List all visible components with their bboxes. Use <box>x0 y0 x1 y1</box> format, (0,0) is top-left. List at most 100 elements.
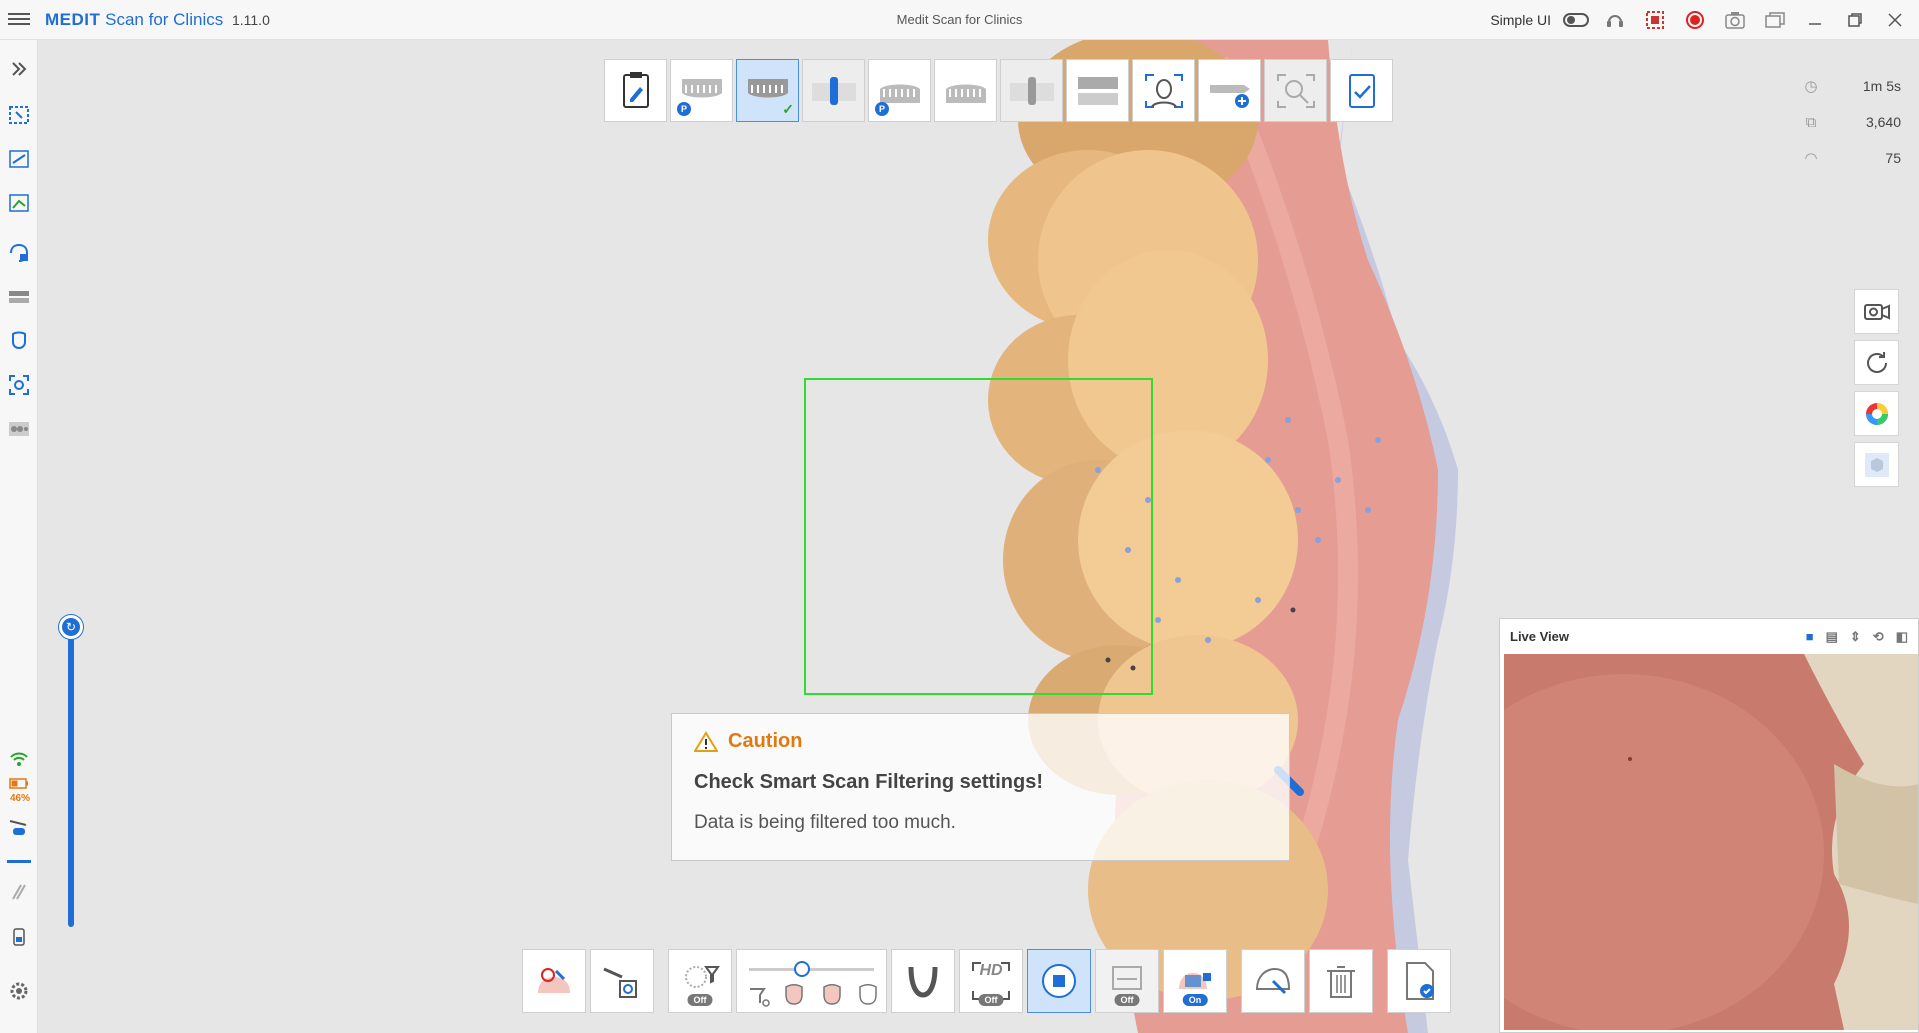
video-camera-icon <box>1863 303 1890 320</box>
stat-time: ◷ 1m 5s <box>1801 68 1901 104</box>
filter-slider-knob[interactable] <box>794 961 810 977</box>
occlusion-icon[interactable] <box>6 284 32 310</box>
ai-filter-button[interactable]: Off <box>1095 949 1159 1013</box>
title-bar: MEDIT Scan for Clinics 1.11.0 Medit Scan… <box>0 0 1919 40</box>
clock-icon: ◷ <box>1804 78 1818 95</box>
stage-mandible-scanbody-button[interactable] <box>1000 59 1063 122</box>
color-square-icon[interactable]: ■ <box>1806 629 1814 644</box>
trash-icon <box>1327 966 1355 998</box>
caution-heading: Caution <box>728 730 803 752</box>
layout-icon[interactable]: ▤ <box>1826 629 1838 645</box>
camera-view-button[interactable] <box>1854 289 1899 334</box>
rotate-icon <box>1866 351 1887 373</box>
multi-window-icon[interactable] <box>1761 6 1789 34</box>
expand-sidebar-icon[interactable] <box>6 56 32 82</box>
dock-panel-icon[interactable]: ◧ <box>1896 629 1908 645</box>
wifi-icon <box>6 746 32 772</box>
scan-time-value: 1m 5s <box>1862 78 1901 94</box>
remove-noise-button[interactable] <box>1241 949 1305 1013</box>
view-mode-button[interactable] <box>1854 442 1899 487</box>
capture-icon[interactable] <box>6 372 32 398</box>
arch-mode-button[interactable] <box>891 949 955 1013</box>
live-view-title: Live View <box>1510 629 1570 644</box>
filter-slider-track[interactable] <box>749 961 874 977</box>
stage-mandible-pre-button[interactable]: P <box>868 59 931 122</box>
bottom-toolbar: Off HD Off Off On <box>522 949 1451 1013</box>
scan-frame-box <box>804 378 1153 695</box>
scanner-status-icon <box>6 814 32 840</box>
device-icon[interactable] <box>6 924 32 950</box>
stage-add-scan-button[interactable] <box>1198 59 1261 122</box>
color-wheel-icon <box>1865 402 1888 425</box>
trim-icon[interactable] <box>6 190 32 216</box>
settings-gear-icon[interactable] <box>6 978 32 1004</box>
document-export-icon <box>1406 962 1434 1000</box>
clipboard-edit-icon <box>622 71 649 108</box>
scanner-status-bar <box>7 860 31 863</box>
hamburger-menu-icon[interactable] <box>8 10 30 30</box>
stop-icon <box>1042 964 1076 998</box>
stage-face-scan-button[interactable] <box>1132 59 1195 122</box>
live-view-tools: ■ ▤ ⇕ ⟲ ◧ <box>1806 629 1908 645</box>
scan-inspect-button[interactable] <box>590 949 654 1013</box>
stage-mandible-button[interactable] <box>934 59 997 122</box>
zoom-slider-track[interactable] <box>68 635 74 927</box>
hd-mode-button[interactable]: HD Off <box>959 949 1023 1013</box>
filter-level-slider[interactable] <box>736 949 887 1013</box>
occlusion-icon <box>1077 76 1118 105</box>
face-scan-icon <box>1144 73 1183 108</box>
tooth-marker-icon <box>538 968 570 993</box>
delete-button[interactable] <box>1309 949 1373 1013</box>
caution-dialog: Caution Check Smart Scan Filtering setti… <box>671 713 1290 861</box>
color-mode-button[interactable] <box>1854 391 1899 436</box>
flip-vertical-icon[interactable]: ⇕ <box>1850 629 1861 645</box>
speed-value: 75 <box>1885 150 1901 166</box>
scanner-tip-icon[interactable] <box>6 878 32 904</box>
screenshot-camera-icon[interactable] <box>1721 6 1749 34</box>
rotate-180-icon[interactable]: ⟲ <box>1873 629 1884 645</box>
maximize-icon[interactable] <box>1841 6 1869 34</box>
stage-maxilla-pre-button[interactable]: P <box>670 59 733 122</box>
stage-maxilla-scanbody-button[interactable] <box>802 59 865 122</box>
filter-level-icons <box>749 984 877 1007</box>
zoom-slider-knob[interactable]: ↻ <box>59 615 83 639</box>
lock-tooth-button[interactable]: On <box>1163 949 1227 1013</box>
smart-filter-button[interactable]: Off <box>668 949 732 1013</box>
remote-support-icon[interactable] <box>1601 6 1629 34</box>
stage-occlusion-button[interactable] <box>1066 59 1129 122</box>
product-name: Scan for Clinics <box>105 10 224 29</box>
brand-name: MEDIT <box>45 10 101 29</box>
scanner-search-icon <box>603 967 637 998</box>
tooth-library-icon[interactable] <box>6 416 32 442</box>
record-button[interactable] <box>1681 6 1709 34</box>
record-icon <box>1686 11 1704 29</box>
titlebar-controls: Simple UI <box>1490 0 1909 40</box>
stop-scan-button[interactable] <box>1027 949 1091 1013</box>
reset-view-button[interactable] <box>1854 340 1899 385</box>
edit-line-icon[interactable] <box>6 146 32 172</box>
stat-frames: ⧉ 3,640 <box>1801 104 1901 140</box>
ai-scan-button[interactable] <box>522 949 586 1013</box>
stage-complete-button[interactable] <box>1330 59 1393 122</box>
inspect-icon <box>1276 73 1315 108</box>
simple-ui-toggle[interactable] <box>1563 13 1589 27</box>
tooth-view-icon[interactable] <box>6 328 32 354</box>
speed-gauge-icon: ◠ <box>1804 150 1818 167</box>
export-button[interactable] <box>1387 949 1451 1013</box>
live-view-image <box>1504 654 1918 1030</box>
stage-inspect-button[interactable] <box>1264 59 1327 122</box>
stage-notes-button[interactable] <box>604 59 667 122</box>
screen-record-area-icon[interactable] <box>1641 6 1669 34</box>
live-view-panel: Live View ■ ▤ ⇕ ⟲ ◧ <box>1499 618 1919 1033</box>
prep-badge-icon: P <box>677 102 691 116</box>
stage-maxilla-button[interactable]: ✓ <box>736 59 799 122</box>
lock-area-icon[interactable] <box>6 240 32 266</box>
select-area-icon[interactable] <box>6 102 32 128</box>
stage-toolbar: P ✓ P <box>604 59 1393 122</box>
arch-icon <box>908 966 938 998</box>
scanbody-icon <box>811 76 856 105</box>
frames-icon: ⧉ <box>1805 113 1817 131</box>
minimize-icon[interactable] <box>1801 6 1829 34</box>
close-icon[interactable] <box>1881 6 1909 34</box>
lock-tooth-status: On <box>1182 994 1208 1006</box>
